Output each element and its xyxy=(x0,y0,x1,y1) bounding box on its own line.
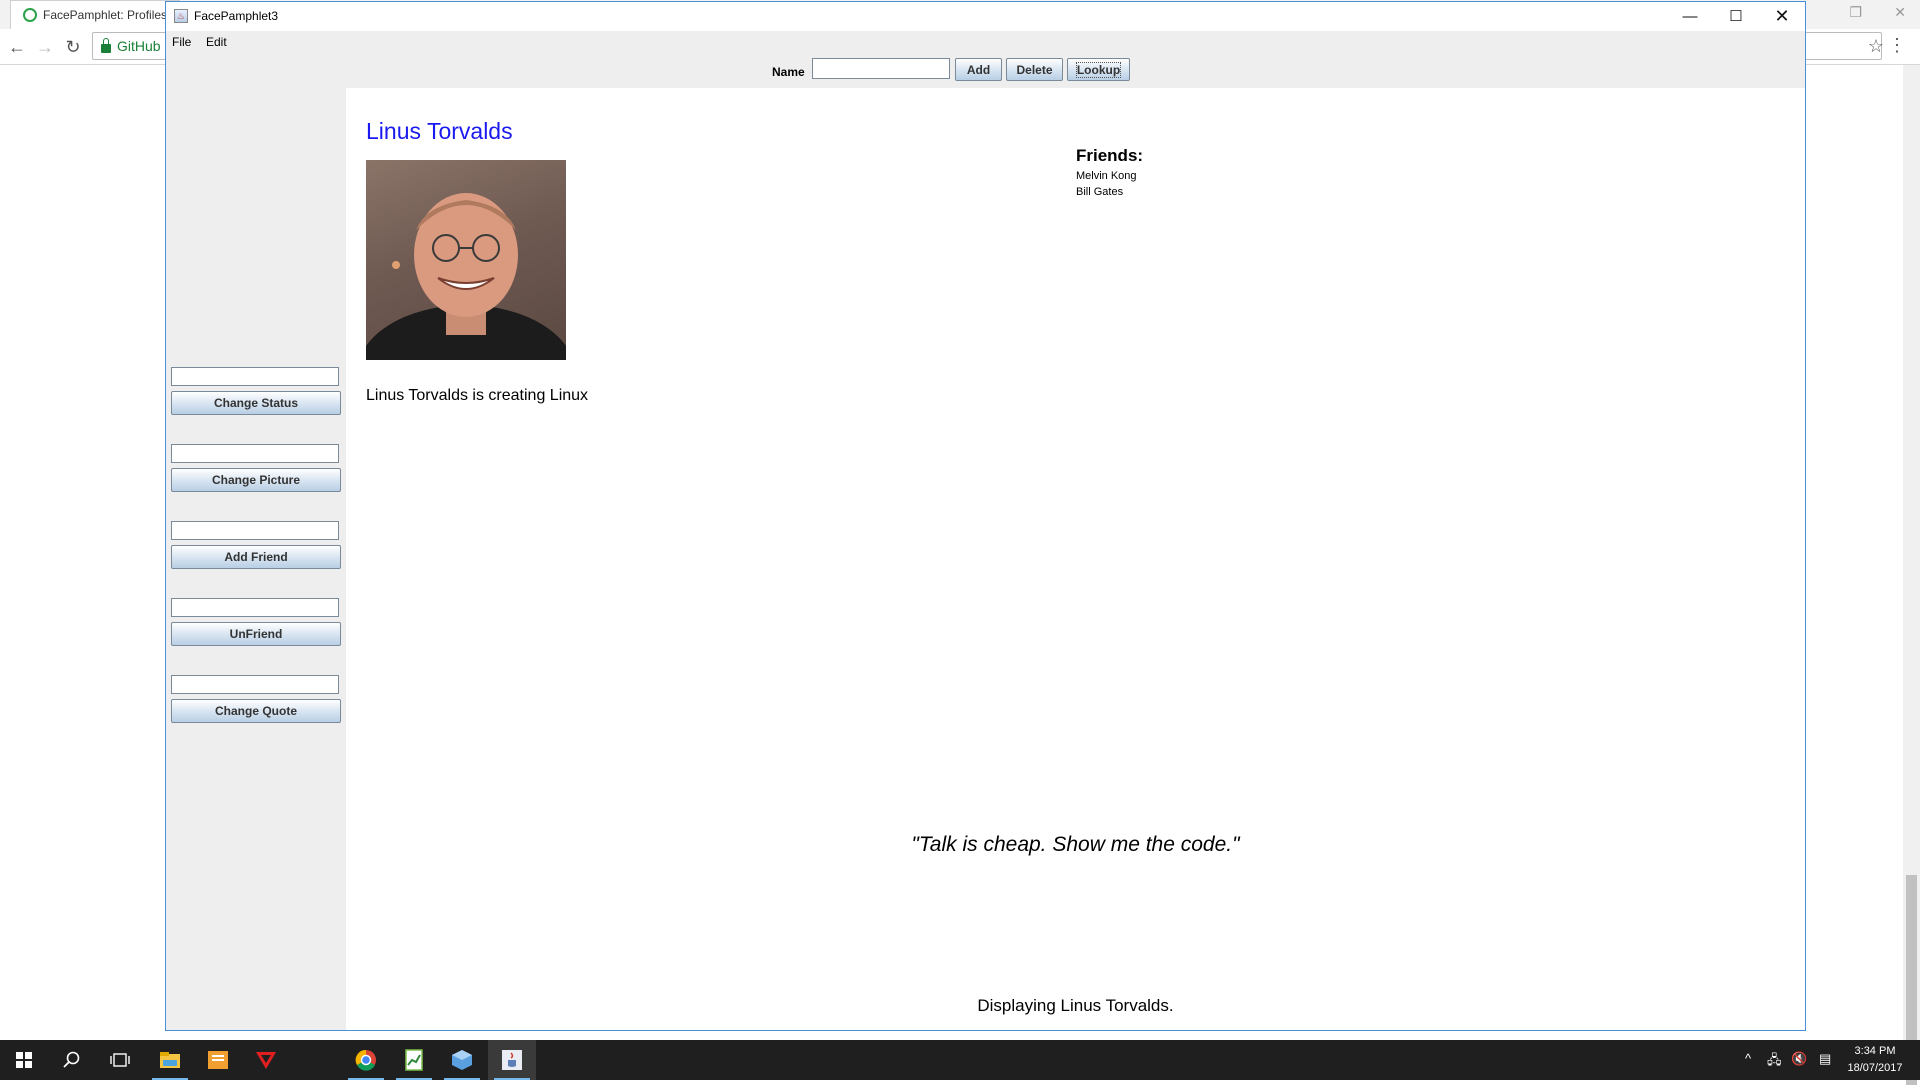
profile-photo xyxy=(366,160,566,360)
reload-icon[interactable]: ↻ xyxy=(62,36,84,58)
profile-canvas: Linus Torvalds Linus Torvalds is creatin… xyxy=(346,88,1805,1030)
tray-chevron-icon[interactable]: ^ xyxy=(1745,1051,1751,1066)
browser-scrollbar[interactable] xyxy=(1903,65,1920,1085)
profile-photo-portrait xyxy=(366,193,566,360)
name-input[interactable] xyxy=(812,58,950,79)
change-quote-button[interactable]: Change Quote xyxy=(171,699,341,723)
forward-icon[interactable]: → xyxy=(34,36,56,58)
browser-close-icon[interactable]: ✕ xyxy=(1894,4,1906,21)
java-taskbar-icon[interactable] xyxy=(488,1040,536,1080)
control-sidebar: Change Status Change Picture Add Friend … xyxy=(166,88,346,1030)
close-icon[interactable]: ✕ xyxy=(1759,2,1805,31)
start-icon[interactable] xyxy=(0,1040,48,1080)
browser-menu-icon[interactable]: ⋮ xyxy=(1888,35,1906,56)
action-center-icon[interactable]: ▤ xyxy=(1819,1051,1831,1067)
name-label: Name xyxy=(772,65,805,79)
delete-button-label: Delete xyxy=(1016,62,1053,77)
add-button[interactable]: Add xyxy=(955,58,1002,81)
lock-icon xyxy=(101,37,111,53)
file-explorer-icon[interactable] xyxy=(146,1040,194,1080)
unfriend-label: UnFriend xyxy=(229,627,283,641)
top-control-bar: Name Add Delete Lookup xyxy=(166,53,1805,88)
unfriend-button[interactable]: UnFriend xyxy=(171,622,341,646)
add-friend-button[interactable]: Add Friend xyxy=(171,545,341,569)
volume-muted-icon[interactable]: 🔇 xyxy=(1791,1051,1807,1067)
task-view-icon[interactable] xyxy=(96,1040,144,1080)
search-icon[interactable] xyxy=(48,1040,96,1080)
folder-app-icon[interactable] xyxy=(194,1040,242,1080)
minimize-icon[interactable]: — xyxy=(1667,2,1713,31)
app-window: ♨ FacePamphlet3 — ☐ ✕ File Edit Name Add… xyxy=(165,1,1806,1031)
java-app-icon: ♨ xyxy=(174,9,188,23)
add-button-label: Add xyxy=(966,62,991,77)
taskbar-date[interactable]: 18/07/2017 xyxy=(1840,1062,1910,1074)
status-field[interactable] xyxy=(171,367,339,386)
status-text: Linus Torvalds is creating Linux xyxy=(366,387,589,404)
maximize-icon[interactable]: ☐ xyxy=(1713,2,1759,31)
window-title: FacePamphlet3 xyxy=(194,9,279,23)
add-friend-label: Add Friend xyxy=(224,550,288,564)
status-message: Displaying Linus Torvalds. xyxy=(977,996,1174,1015)
change-picture-label: Change Picture xyxy=(211,473,301,487)
change-status-label: Change Status xyxy=(213,396,298,410)
notepad-chart-icon[interactable] xyxy=(390,1040,438,1080)
browser-tab[interactable]: FacePamphlet: Profiles xyxy=(10,0,180,29)
favicon-icon xyxy=(23,8,37,22)
browser-restore-icon[interactable]: ❐ xyxy=(1849,4,1862,21)
red-app-icon[interactable] xyxy=(242,1040,290,1080)
app-titlebar[interactable]: ♨ FacePamphlet3 — ☐ ✕ xyxy=(166,2,1805,31)
browser-tab-title: FacePamphlet: Profiles xyxy=(43,8,168,22)
change-status-button[interactable]: Change Status xyxy=(171,391,341,415)
delete-button[interactable]: Delete xyxy=(1006,58,1063,81)
address-text: GitHub xyxy=(117,38,161,54)
back-icon[interactable]: ← xyxy=(6,36,28,58)
picture-field[interactable] xyxy=(171,444,339,463)
taskbar: ^ 🖧 🔇 3:34 PM 18/07/2017 ▤ xyxy=(0,1040,1920,1080)
menu-edit[interactable]: Edit xyxy=(206,35,227,49)
virtualbox-icon[interactable] xyxy=(438,1040,486,1080)
lookup-button-label: Lookup xyxy=(1075,61,1122,78)
bookmark-star-icon[interactable]: ☆ xyxy=(1868,36,1884,57)
change-picture-button[interactable]: Change Picture xyxy=(171,468,341,492)
quote-field[interactable] xyxy=(171,675,339,694)
menu-file[interactable]: File xyxy=(172,35,191,49)
change-quote-label: Change Quote xyxy=(214,704,297,718)
taskbar-time[interactable]: 3:34 PM xyxy=(1840,1045,1910,1057)
unfriend-field[interactable] xyxy=(171,598,339,617)
profile-name: Linus Torvalds xyxy=(366,118,513,144)
friends-heading: Friends: xyxy=(1076,146,1144,165)
add-friend-field[interactable] xyxy=(171,521,339,540)
friend-item: Melvin Kong xyxy=(1076,170,1137,182)
friend-item: Bill Gates xyxy=(1076,186,1124,198)
profile-quote: "Talk is cheap. Show me the code." xyxy=(911,833,1240,856)
chrome-icon[interactable] xyxy=(342,1040,390,1080)
network-icon[interactable]: 🖧 xyxy=(1767,1051,1782,1073)
menu-bar: File Edit xyxy=(166,31,1805,53)
lookup-button[interactable]: Lookup xyxy=(1067,58,1130,81)
